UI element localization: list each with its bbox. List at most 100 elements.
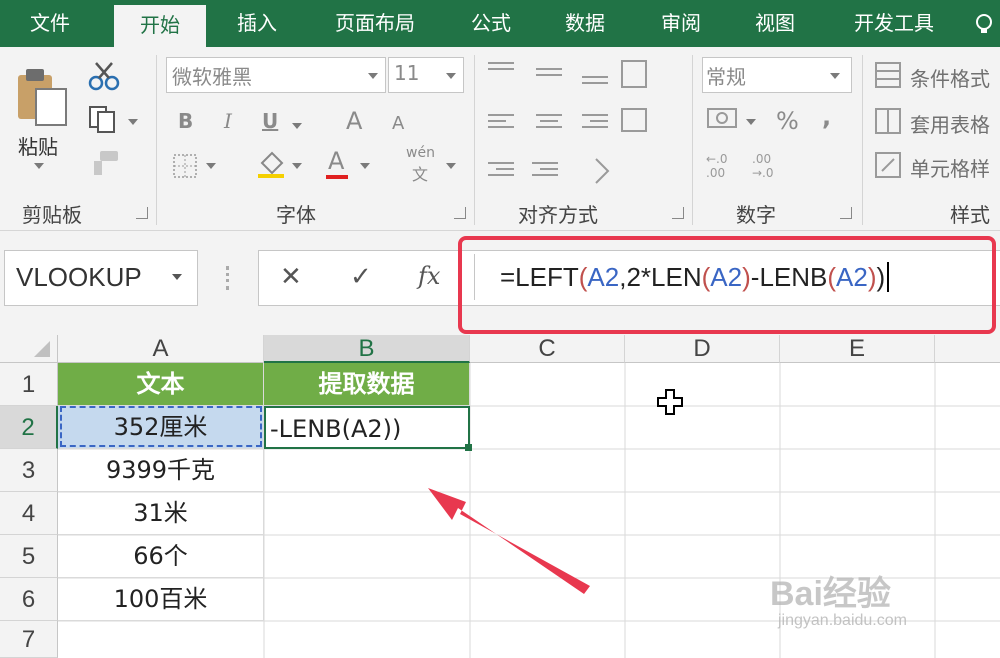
paste-dropdown-icon[interactable] <box>34 163 44 169</box>
format-table-icon[interactable] <box>874 107 904 137</box>
alignment-launcher-icon[interactable] <box>672 207 684 219</box>
cell-styles-icon[interactable] <box>874 151 904 181</box>
svg-text:.00: .00 <box>706 166 725 180</box>
formula-highlight-box <box>458 236 996 334</box>
tab-file[interactable]: 文件 <box>12 0 88 47</box>
phonetic-dropdown-icon[interactable] <box>446 163 456 169</box>
grow-font-button[interactable]: A <box>346 107 362 135</box>
font-size-value: 11 <box>394 61 420 85</box>
row-header-3[interactable]: 3 <box>0 449 58 492</box>
cell-a1[interactable]: 文本 <box>58 363 264 406</box>
column-header-b[interactable]: B <box>264 335 470 363</box>
select-all-corner[interactable] <box>0 335 58 363</box>
cell-a6[interactable]: 100百米 <box>58 578 264 621</box>
fill-color-dropdown-icon[interactable] <box>292 163 302 169</box>
paste-icon[interactable] <box>14 65 72 129</box>
name-box-value: VLOOKUP <box>16 262 142 292</box>
tab-home[interactable]: 开始 <box>114 5 206 47</box>
tab-page-layout[interactable]: 页面布局 <box>320 0 430 47</box>
row-header-7[interactable]: 7 <box>0 621 58 658</box>
accounting-dropdown-icon[interactable] <box>746 119 756 125</box>
column-header-a[interactable]: A <box>58 335 264 363</box>
tab-review[interactable]: 审阅 <box>646 0 716 47</box>
decimal-buttons-icon[interactable]: ←.0 .00 .00 →.0 <box>706 151 786 181</box>
svg-text:→.0: →.0 <box>752 166 774 180</box>
font-group-label: 字体 <box>276 203 316 227</box>
enter-button[interactable]: ✓ <box>350 262 372 292</box>
svg-text:.00: .00 <box>752 152 771 166</box>
italic-button[interactable]: I <box>224 109 232 133</box>
phonetic-bottom[interactable]: 文 <box>412 161 428 185</box>
group-divider <box>692 55 693 225</box>
comma-button[interactable]: , <box>822 103 831 131</box>
cell-styles-button[interactable]: 单元格样 <box>910 153 990 182</box>
conditional-format-icon[interactable] <box>874 61 904 91</box>
cell-cursor-icon <box>657 389 683 415</box>
cell-a5[interactable]: 66个 <box>58 535 264 578</box>
row-header-2[interactable]: 2 <box>0 406 58 449</box>
cancel-button[interactable]: ✕ <box>280 262 302 292</box>
group-divider <box>862 55 863 225</box>
svg-text:←.0: ←.0 <box>706 152 728 166</box>
tab-formulas[interactable]: 公式 <box>456 0 526 47</box>
border-icon[interactable] <box>172 153 198 179</box>
cut-icon[interactable] <box>88 61 120 91</box>
phonetic-top[interactable]: wén <box>406 145 435 161</box>
watermark-site: jingyan.baidu.com <box>778 612 907 629</box>
conditional-format-button[interactable]: 条件格式 <box>910 63 990 92</box>
cell-b1[interactable]: 提取数据 <box>264 363 470 406</box>
copy-icon[interactable] <box>88 105 118 133</box>
row-header-5[interactable]: 5 <box>0 535 58 578</box>
copy-dropdown-icon[interactable] <box>128 119 138 125</box>
column-header-f[interactable] <box>935 335 1000 363</box>
clipboard-group-label: 剪贴板 <box>22 203 82 227</box>
font-color-dropdown-icon[interactable] <box>360 163 370 169</box>
tab-view[interactable]: 视图 <box>740 0 810 47</box>
cell-a3[interactable]: 9399千克 <box>58 449 264 492</box>
row-header-1[interactable]: 1 <box>0 363 58 406</box>
tab-data[interactable]: 数据 <box>550 0 620 47</box>
bold-button[interactable]: B <box>178 109 193 133</box>
font-size-dropdown-icon[interactable] <box>446 73 456 79</box>
font-color-button[interactable]: A <box>328 147 344 175</box>
font-name-dropdown-icon[interactable] <box>368 73 378 79</box>
column-header-e[interactable]: E <box>780 335 935 363</box>
alignment-group-label: 对齐方式 <box>518 203 598 227</box>
menu-bar: 文件 开始 插入 页面布局 公式 数据 审阅 视图 开发工具 <box>0 0 1000 47</box>
accounting-format-icon[interactable] <box>706 105 740 133</box>
lightbulb-icon[interactable] <box>972 12 996 36</box>
percent-button[interactable]: % <box>776 107 799 135</box>
shrink-font-button[interactable]: A <box>392 113 404 134</box>
red-arrow-icon <box>428 488 590 594</box>
underline-dropdown-icon[interactable] <box>292 123 302 129</box>
font-name-value: 微软雅黑 <box>172 65 252 89</box>
name-box-dropdown-icon[interactable] <box>172 274 182 280</box>
row-header-4[interactable]: 4 <box>0 492 58 535</box>
row-header-6[interactable]: 6 <box>0 578 58 621</box>
alignment-icons[interactable] <box>486 59 656 189</box>
ribbon: 粘贴 剪贴板 微软雅黑 11 B I U A A A wén 文 字体 对齐方式… <box>0 47 1000 231</box>
tab-developer[interactable]: 开发工具 <box>836 0 952 47</box>
insert-function-button[interactable]: fx <box>418 262 440 290</box>
underline-button[interactable]: U <box>262 109 278 133</box>
fill-color-icon[interactable] <box>256 149 286 179</box>
column-header-d[interactable]: D <box>625 335 780 363</box>
styles-group-label: 样式 <box>950 203 990 227</box>
cell-b2[interactable]: -LENB(A2)) <box>264 406 470 449</box>
paste-label[interactable]: 粘贴 <box>18 131 58 160</box>
clipboard-launcher-icon[interactable] <box>136 207 148 219</box>
watermark-brand: Bai经验 <box>770 575 891 613</box>
fill-handle[interactable] <box>465 444 472 451</box>
format-painter-icon[interactable] <box>90 149 120 177</box>
column-header-c[interactable]: C <box>470 335 625 363</box>
number-launcher-icon[interactable] <box>840 207 852 219</box>
font-launcher-icon[interactable] <box>454 207 466 219</box>
cell-a4[interactable]: 31米 <box>58 492 264 535</box>
format-table-button[interactable]: 套用表格 <box>910 109 990 138</box>
group-divider <box>156 55 157 225</box>
number-format-dropdown-icon[interactable] <box>830 73 840 79</box>
tab-insert[interactable]: 插入 <box>222 0 292 47</box>
formula-bar-grip[interactable] <box>226 266 233 290</box>
border-dropdown-icon[interactable] <box>206 163 216 169</box>
number-format-value: 常规 <box>706 65 746 89</box>
